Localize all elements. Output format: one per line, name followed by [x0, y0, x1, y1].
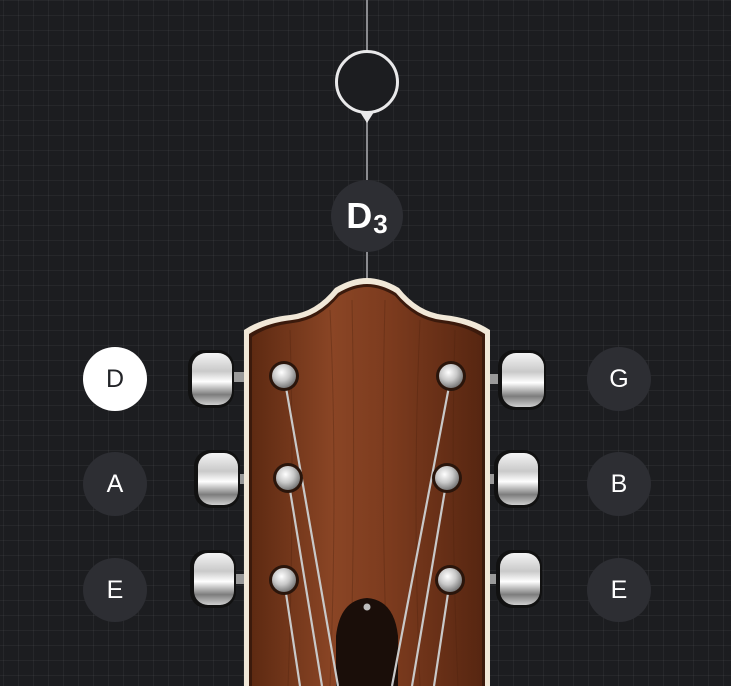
string-button-g[interactable]: G [587, 347, 651, 411]
note-letter: D [346, 195, 373, 236]
guitar-headstock-icon [188, 278, 546, 686]
string-button-label: D [105, 364, 125, 393]
tuning-indicator-circle [335, 50, 399, 114]
string-button-label: G [609, 364, 629, 393]
string-button-label: E [106, 575, 124, 604]
string-button-high-e[interactable]: E [587, 558, 651, 622]
string-button-a[interactable]: A [83, 452, 147, 516]
string-button-b[interactable]: B [587, 452, 651, 516]
string-button-d[interactable]: D [83, 347, 147, 411]
string-button-low-e[interactable]: E [83, 558, 147, 622]
string-button-label: A [106, 469, 124, 498]
tuning-peg-left-3 [190, 550, 248, 608]
tuning-peg-right-1 [482, 350, 546, 410]
note-octave: 3 [373, 208, 388, 239]
indicator-arrow-icon [360, 112, 374, 123]
tuning-peg-left-1 [188, 350, 248, 408]
string-button-label: B [610, 469, 628, 498]
string-button-label: E [610, 575, 628, 604]
detected-note-display: D 3 [331, 180, 403, 252]
tuning-peg-left-2 [194, 450, 250, 508]
